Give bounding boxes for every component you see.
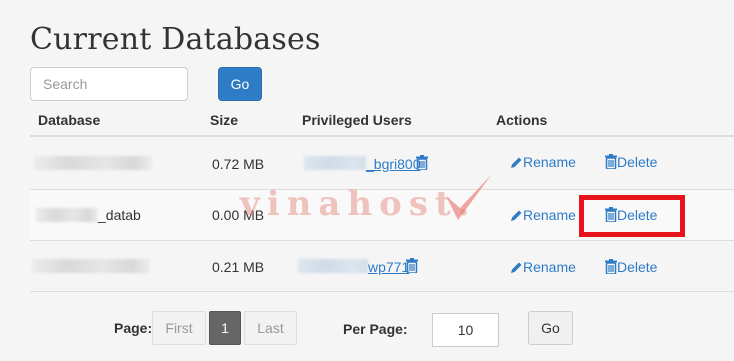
rename-label: Rename	[523, 207, 576, 223]
redacted-database-prefix	[36, 208, 98, 222]
page-label: Page:	[114, 320, 153, 336]
per-page-go-button[interactable]: Go	[528, 311, 573, 345]
pencil-icon	[510, 156, 523, 172]
delete-label: Delete	[617, 154, 658, 170]
rename-link[interactable]: Rename	[510, 154, 576, 172]
search-go-button[interactable]: Go	[218, 67, 262, 101]
column-header-size[interactable]: Size	[210, 112, 238, 128]
rename-link[interactable]: Rename	[510, 207, 576, 225]
trash-icon[interactable]	[406, 258, 418, 278]
last-page-button[interactable]: Last	[244, 311, 297, 345]
per-page-input[interactable]	[432, 313, 499, 347]
current-page-button[interactable]: 1	[209, 311, 241, 345]
database-size: 0.72 MB	[212, 156, 265, 172]
delete-link[interactable]: Delete	[605, 154, 657, 172]
delete-label: Delete	[617, 259, 658, 275]
rename-label: Rename	[523, 154, 576, 170]
redacted-database-name	[34, 156, 152, 170]
column-header-privileged-users: Privileged Users	[302, 112, 412, 128]
database-size: 0.21 MB	[212, 259, 265, 275]
highlight-box	[579, 195, 685, 237]
privileged-user-link[interactable]: wp771	[368, 259, 409, 275]
privileged-user-link[interactable]: _bgri800	[366, 156, 421, 172]
redacted-user-prefix	[298, 259, 368, 273]
redacted-user-prefix	[304, 156, 366, 170]
delete-link[interactable]: Delete	[605, 259, 657, 277]
redacted-database-name	[32, 259, 150, 273]
table-header: Database Size Privileged Users Actions	[30, 104, 734, 137]
first-page-button[interactable]: First	[152, 311, 206, 345]
database-name: _datab	[98, 207, 141, 223]
pencil-icon	[510, 209, 523, 225]
trash-icon[interactable]	[416, 155, 428, 175]
trash-icon	[605, 154, 617, 172]
rename-label: Rename	[523, 259, 576, 275]
page-title: Current Databases	[30, 22, 321, 57]
table-row: 0.21 MB wp771 Rename Delete	[30, 241, 734, 292]
pencil-icon	[510, 261, 523, 277]
per-page-label: Per Page:	[343, 321, 408, 337]
column-header-database[interactable]: Database	[38, 112, 100, 128]
table-row: 0.72 MB _bgri800 Rename Delete	[30, 139, 734, 190]
watermark-check-icon	[446, 174, 492, 220]
trash-icon	[605, 259, 617, 277]
search-input[interactable]	[30, 67, 188, 101]
column-header-actions: Actions	[496, 112, 548, 128]
rename-link[interactable]: Rename	[510, 259, 576, 277]
